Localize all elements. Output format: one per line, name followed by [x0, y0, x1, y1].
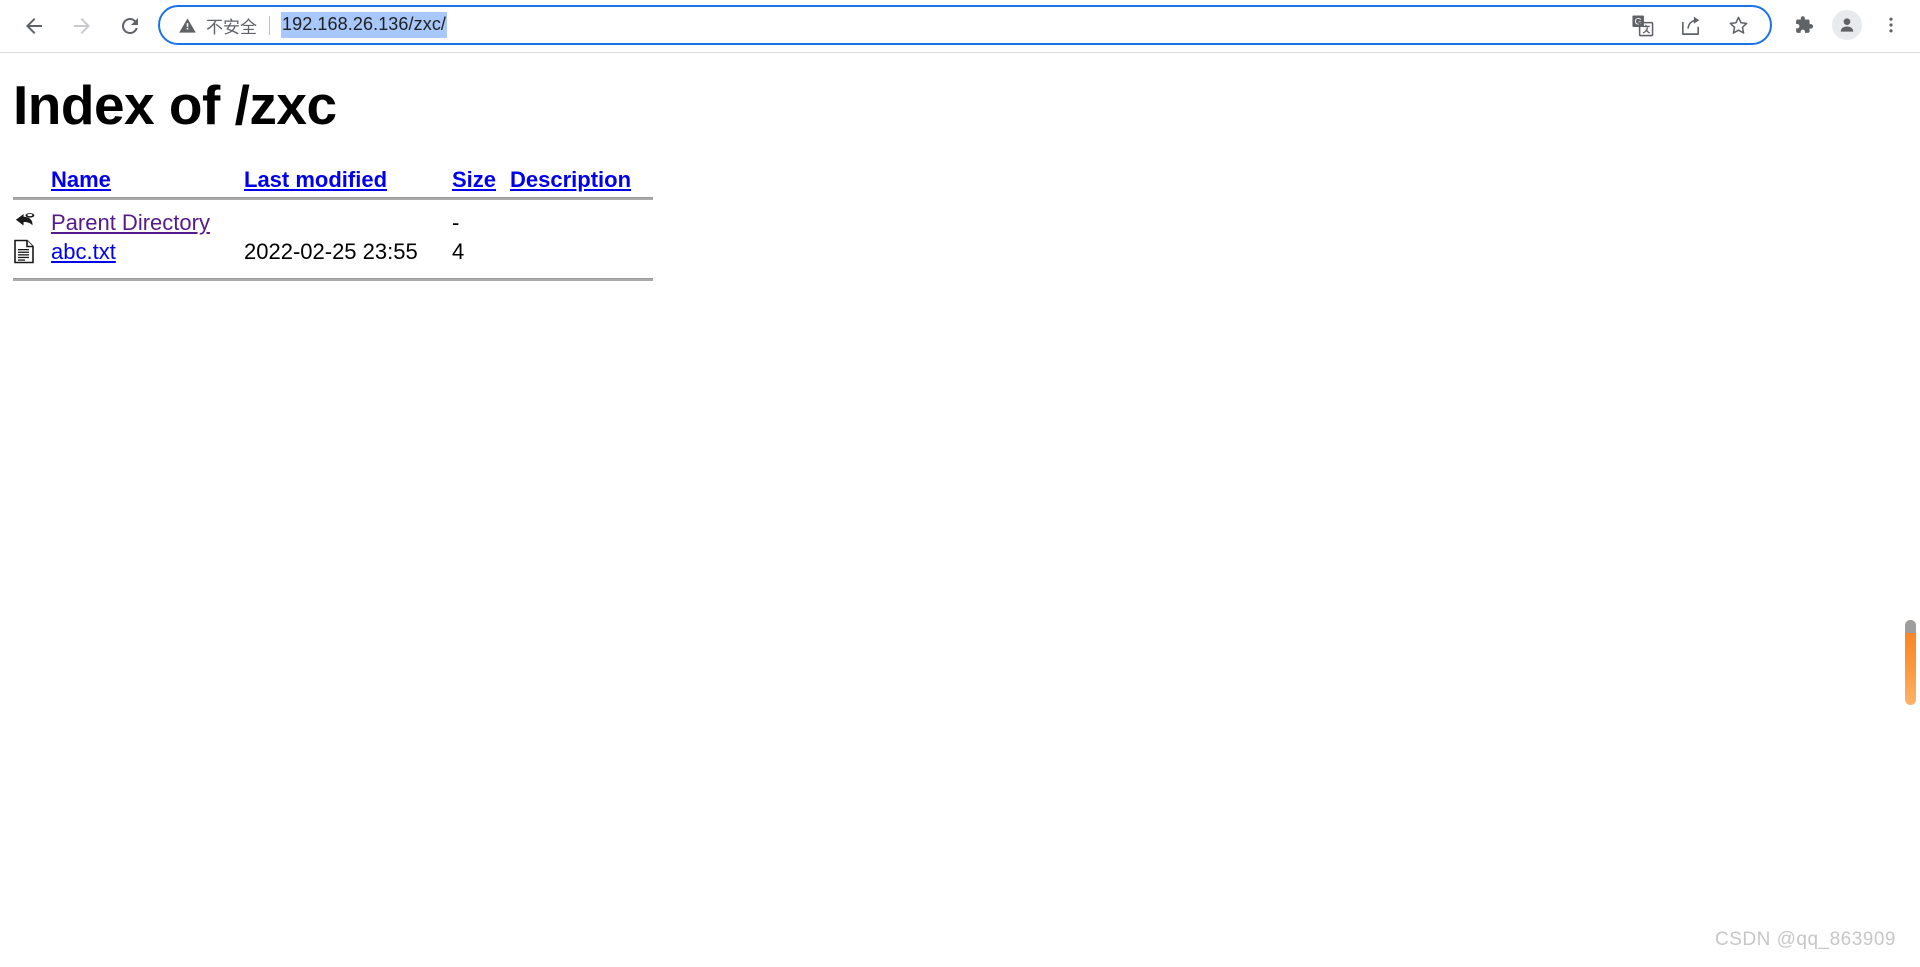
vertical-scrollbar-track[interactable] [1901, 53, 1920, 967]
back-button[interactable] [14, 6, 54, 46]
column-header-description[interactable]: Description [510, 167, 653, 193]
text-file-icon [14, 239, 34, 264]
address-bar[interactable]: 不安全 192.168.26.136/zxc/ G [158, 5, 1772, 45]
sort-by-date-link[interactable]: Last modified [244, 167, 387, 192]
page-content: Index of /zxc Name Last modified Size De… [0, 53, 1920, 967]
warning-triangle-icon [179, 17, 196, 33]
row-size-cell: - [452, 210, 460, 235]
row-icon-cell [13, 239, 51, 270]
directory-listing: Name Last modified Size Description Pare… [13, 167, 653, 281]
horizontal-rule-bottom [13, 278, 653, 281]
bookmark-star-button[interactable] [1720, 7, 1756, 43]
footer-rule-cell [13, 270, 653, 281]
omnibox-divider [269, 15, 270, 35]
row-name-cell[interactable]: abc.txt [51, 239, 244, 270]
toolbar-right-actions [1778, 5, 1910, 45]
footer-rule-row [13, 270, 653, 281]
column-header-name[interactable]: Name [51, 167, 244, 193]
chrome-menu-button[interactable] [1872, 6, 1910, 44]
site-security-chip[interactable]: 不安全 [178, 13, 257, 38]
row-date-cell [244, 210, 452, 239]
bookmark-star-icon [1729, 16, 1747, 34]
url-text[interactable]: 192.168.26.136/zxc/ [281, 12, 448, 38]
horizontal-rule-top [13, 197, 653, 200]
browser-toolbar: 不安全 192.168.26.136/zxc/ G [0, 0, 1920, 53]
row-name-cell[interactable]: Parent Directory [51, 210, 244, 239]
extensions-puzzle-icon [1796, 16, 1814, 33]
three-dot-menu-icon [1889, 17, 1893, 33]
column-header-size[interactable]: Size [452, 167, 510, 193]
forward-button[interactable] [62, 6, 102, 46]
header-rule-row [13, 193, 653, 210]
table-row: Parent Directory - [13, 210, 653, 239]
row-date-cell: 2022-02-25 23:55 [244, 239, 418, 264]
share-button[interactable] [1672, 7, 1708, 43]
page-title: Index of /zxc [13, 74, 337, 136]
back-arrow-icon [26, 18, 42, 34]
directory-table: Name Last modified Size Description Pare… [13, 167, 653, 281]
table-row: abc.txt 2022-02-25 23:55 4 [13, 239, 653, 270]
column-header-last-modified[interactable]: Last modified [244, 167, 452, 193]
translate-icon: G [1631, 14, 1653, 36]
row-size-cell: 4 [452, 239, 465, 264]
omnibox-actions: G [1612, 7, 1770, 43]
sort-by-description-link[interactable]: Description [510, 167, 631, 192]
header-rule-cell [13, 193, 653, 210]
watermark-text: CSDN @qq_863909 [1714, 929, 1896, 950]
extensions-button[interactable] [1784, 6, 1822, 44]
security-status-text: 不安全 [206, 17, 257, 37]
sort-by-name-link[interactable]: Name [51, 167, 111, 192]
sort-by-size-link[interactable]: Size [452, 167, 496, 192]
row-icon-cell [13, 210, 51, 239]
avatar [1832, 10, 1862, 40]
share-icon [1681, 16, 1699, 35]
header-icon-cell [13, 167, 51, 193]
translate-button[interactable]: G [1624, 7, 1660, 43]
scrollbar-thumb-cap[interactable] [1905, 620, 1916, 633]
reload-icon [121, 17, 138, 34]
profile-button[interactable] [1828, 6, 1866, 44]
row-description-cell [510, 239, 653, 270]
profile-avatar-icon [1840, 18, 1854, 32]
table-header-row: Name Last modified Size Description [13, 167, 653, 193]
row-description-cell [510, 210, 653, 239]
file-link-abc-txt[interactable]: abc.txt [51, 239, 116, 264]
reload-button[interactable] [110, 6, 150, 46]
parent-directory-arrow-icon [15, 213, 35, 226]
parent-directory-link[interactable]: Parent Directory [51, 210, 210, 235]
forward-arrow-icon [74, 18, 90, 34]
